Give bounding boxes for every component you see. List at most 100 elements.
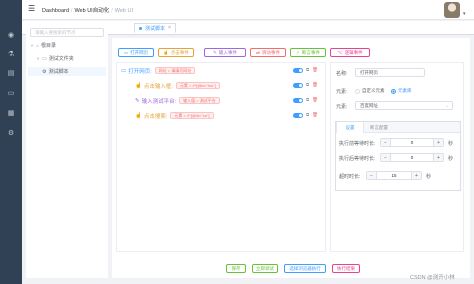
- tab-assert-config[interactable]: 断言配置: [364, 122, 394, 133]
- user-avatar[interactable]: [444, 2, 460, 18]
- monitor-icon[interactable]: ▭: [6, 88, 16, 98]
- plus-icon[interactable]: +: [411, 172, 421, 179]
- copy-icon[interactable]: ⧉: [306, 98, 309, 103]
- close-icon[interactable]: ×: [168, 25, 171, 31]
- run-results-button[interactable]: 执行结果: [332, 264, 360, 273]
- caret-down-icon[interactable]: ▼: [30, 43, 34, 48]
- open-page-button[interactable]: ▭ 打开网页: [118, 48, 154, 57]
- seconds-unit: 秒: [448, 141, 454, 147]
- delete-icon[interactable]: 🗑: [312, 68, 318, 73]
- breadcrumb-dashboard[interactable]: Dashboard: [42, 8, 69, 14]
- step-param-tag: 元素 = //*[@id="kw"]: [175, 82, 220, 89]
- tab-label: 测试脚本: [145, 25, 166, 32]
- sidebar: ◉ ⚗ ▤ ▭ ▦ ⚙: [0, 0, 22, 284]
- enable-toggle[interactable]: [293, 83, 303, 88]
- tree-node-root[interactable]: ▼ ⌂ 根目录: [30, 41, 56, 50]
- element-select[interactable]: 百度网址 ⌄: [355, 101, 453, 110]
- hamburger-icon[interactable]: ☰: [28, 5, 35, 13]
- step-param-tag: 元素 = //*[@id="su"]: [170, 112, 214, 119]
- edit-icon: ✎: [213, 49, 217, 55]
- minus-icon[interactable]: −: [381, 139, 391, 146]
- step-properties-panel: 名称: 打开网页 元素: 自定义元素 元素库 元素: 百度网址 ⌄ 设置 断言配置…: [330, 62, 464, 252]
- step-input-text[interactable]: ✎ 输入测试平台: 输入值 = 测试平台: [135, 95, 220, 106]
- caret-down-icon[interactable]: ▾: [463, 11, 466, 17]
- window-icon: ▭: [121, 67, 127, 74]
- top-navbar: ☰ Dashboard / Web UI自动化 / Web UI ▾: [22, 0, 474, 20]
- step-controls: ⧉ 🗑: [293, 80, 318, 91]
- tree-panel: 请输入要搜索的节点 ▼ ⌂ 根目录 ▼ ▭ 测试文件夹 ⚙ 测试脚本: [26, 24, 108, 278]
- chart-icon[interactable]: ▦: [6, 108, 16, 118]
- tree-node-folder[interactable]: ▼ ▭ 测试文件夹: [36, 54, 74, 63]
- pointer-icon: ☝: [163, 49, 169, 55]
- breadcrumb-webui-automation[interactable]: Web UI自动化: [74, 8, 109, 14]
- edit-icon: ✎: [135, 97, 140, 104]
- delete-icon[interactable]: 🗑: [312, 83, 318, 88]
- assert-event-button[interactable]: ✓ 断言事件: [290, 48, 326, 57]
- logic-event-button[interactable]: ⌥ 逻辑事件: [330, 48, 370, 57]
- tree-search-input[interactable]: 请输入要搜索的节点: [30, 28, 104, 37]
- radio-element-library[interactable]: 元素库: [391, 88, 412, 94]
- minus-icon[interactable]: −: [381, 154, 391, 161]
- breadcrumb-separator: /: [70, 8, 73, 14]
- pre-wait-label: 执行前等待时长:: [339, 141, 376, 147]
- post-wait-stepper[interactable]: −0 +: [380, 153, 444, 162]
- plus-icon[interactable]: +: [433, 139, 443, 146]
- seconds-unit: 秒: [426, 174, 432, 180]
- radio-custom-element[interactable]: 自定义元素: [355, 88, 385, 94]
- save-button[interactable]: 保存: [226, 264, 246, 273]
- settings-tab-header: 设置 断言配置: [336, 122, 460, 133]
- check-icon: ✓: [296, 49, 300, 55]
- plus-icon[interactable]: +: [433, 154, 443, 161]
- gear-icon: ⚙: [42, 68, 47, 75]
- tree-node-label: 测试文件夹: [48, 56, 74, 62]
- step-controls: ⧉ 🗑: [293, 95, 318, 106]
- tab-test-script[interactable]: 测试脚本 ×: [134, 23, 176, 33]
- debug-button[interactable]: 立即调试: [252, 264, 278, 273]
- active-dot-icon: [139, 26, 142, 30]
- tab-settings[interactable]: 设置: [336, 122, 364, 133]
- tree-node-script[interactable]: ⚙ 测试脚本: [28, 67, 106, 76]
- settings-icon[interactable]: ⚙: [6, 128, 16, 138]
- delete-icon[interactable]: 🗑: [312, 98, 318, 103]
- element-label: 元素:: [336, 104, 348, 110]
- copy-icon[interactable]: ⧉: [306, 83, 309, 88]
- step-open-page[interactable]: ▭ 打开网页: 网址 = 请填写网址: [121, 65, 196, 76]
- radio-checked-icon: [391, 88, 396, 94]
- caret-down-icon[interactable]: ▼: [36, 56, 40, 61]
- home-icon: ⌂: [35, 42, 39, 49]
- pointer-icon: ☝: [135, 112, 142, 119]
- swipe-event-button[interactable]: ⇄ 滑动事件: [250, 48, 286, 57]
- breadcrumb-separator: /: [111, 8, 113, 14]
- name-input[interactable]: 打开网页: [355, 68, 425, 77]
- step-click-input[interactable]: ☝ 点击输入框: 元素 = //*[@id="kw"]: [135, 80, 220, 91]
- document-icon[interactable]: ▤: [6, 68, 16, 78]
- minus-icon[interactable]: −: [367, 172, 377, 179]
- timeout-label: 超时时长:: [339, 174, 361, 180]
- input-event-button[interactable]: ✎ 输入事件: [204, 48, 246, 57]
- script-editor: ▭ 打开网页 ☝ 点击事件 ✎ 输入事件 ⇄ 滑动事件 ✓ 断言事件 ⌥ 逻辑事件 ▭ 打开…: [112, 38, 470, 278]
- copy-icon[interactable]: ⧉: [306, 113, 309, 118]
- click-event-button[interactable]: ☝ 点击事件: [158, 48, 194, 57]
- dashboard-icon[interactable]: ◉: [6, 30, 16, 40]
- timeout-stepper[interactable]: −15 +: [366, 171, 422, 180]
- delete-icon[interactable]: 🗑: [312, 113, 318, 118]
- breadcrumb-current: Web UI: [114, 8, 133, 14]
- enable-toggle[interactable]: [293, 68, 303, 73]
- enable-toggle[interactable]: [293, 98, 303, 103]
- pre-wait-stepper[interactable]: −0 +: [380, 138, 444, 147]
- browser-run-button[interactable]: 选择浏览器执行: [284, 264, 326, 273]
- watermark: CSDN @测开小林: [410, 275, 455, 281]
- tree-node-label: 根目录: [41, 43, 57, 49]
- radio-icon: [355, 88, 360, 94]
- enable-toggle[interactable]: [293, 113, 303, 118]
- step-controls: ⧉ 🗑: [293, 65, 318, 76]
- element-label: 元素:: [336, 89, 348, 95]
- name-label: 名称:: [336, 71, 348, 77]
- copy-icon[interactable]: ⧉: [306, 68, 309, 73]
- settings-tabs: 设置 断言配置 执行前等待时长: −0 + 秒 执行后等待时长: −0 + 秒 超时…: [335, 121, 461, 191]
- seconds-unit: 秒: [448, 156, 454, 162]
- step-click-search[interactable]: ☝ 点击搜索: 元素 = //*[@id="su"]: [135, 110, 214, 121]
- flask-icon[interactable]: ⚗: [6, 49, 16, 59]
- logic-icon: ⌥: [337, 49, 343, 55]
- step-param-tag: 输入值 = 测试平台: [179, 97, 220, 104]
